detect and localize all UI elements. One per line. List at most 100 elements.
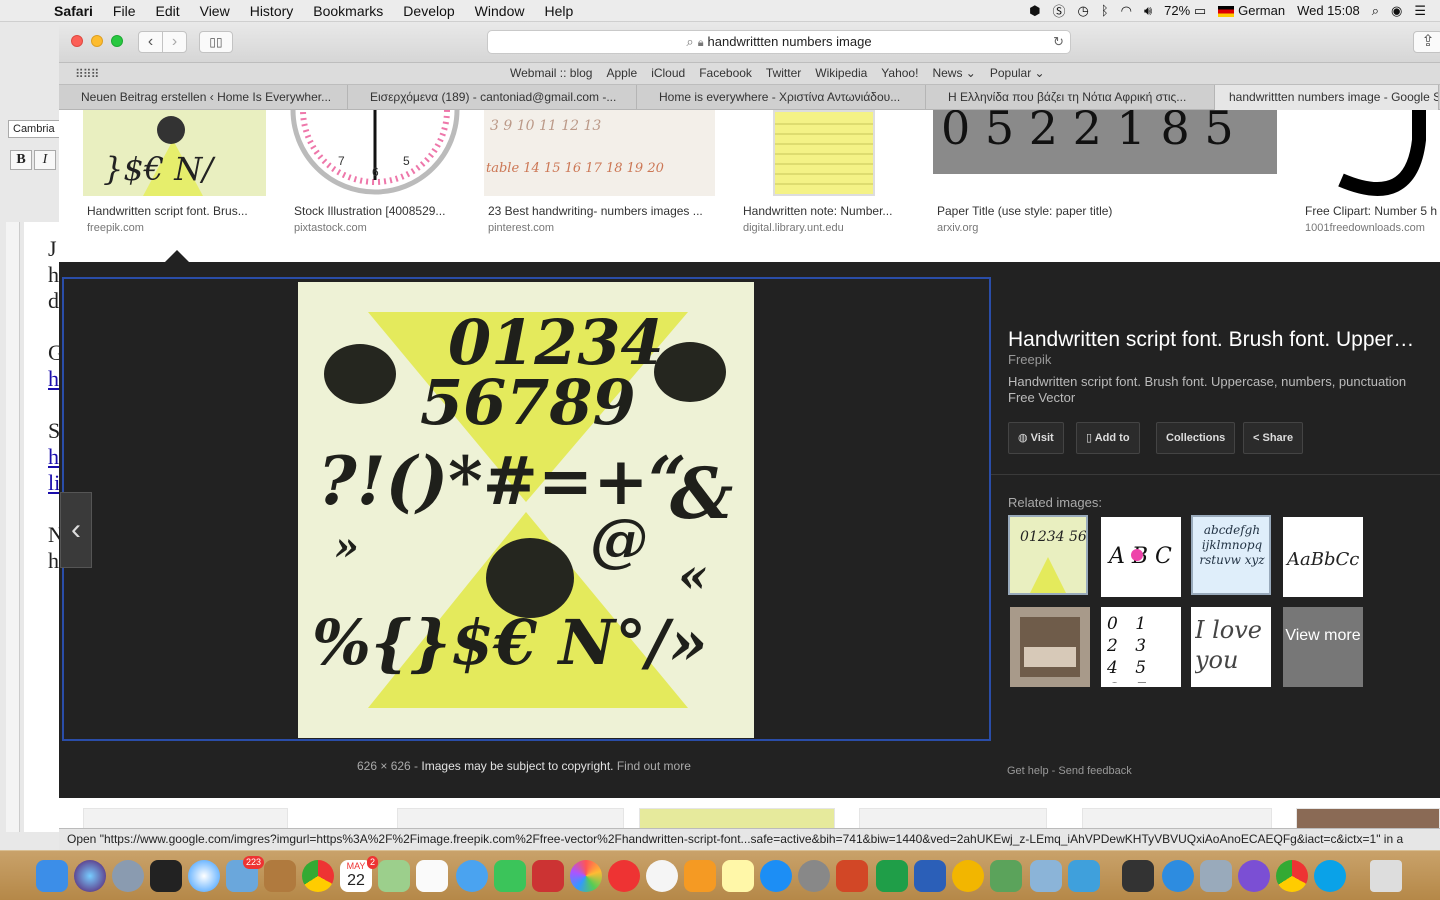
result-title[interactable]: Handwritten note: Number...	[743, 204, 909, 218]
word-icon[interactable]	[914, 860, 946, 892]
favorite-news-folder[interactable]: News ⌄	[932, 66, 975, 80]
add-to-button[interactable]: ▯ Add to	[1076, 422, 1140, 454]
related-image[interactable]: A B C	[1101, 517, 1181, 597]
preview-site[interactable]: Freepik	[1008, 352, 1051, 367]
maps-icon[interactable]	[378, 860, 410, 892]
previous-image-button[interactable]: ‹	[60, 492, 92, 568]
contacts-icon[interactable]	[264, 860, 296, 892]
itunes-icon[interactable]	[646, 860, 678, 892]
app-icon[interactable]	[990, 860, 1022, 892]
finder-icon[interactable]	[36, 860, 68, 892]
app-icon[interactable]	[1200, 860, 1232, 892]
reload-icon[interactable]: ↻	[1053, 31, 1064, 53]
mission-control-icon[interactable]	[150, 860, 182, 892]
favorite-twitter[interactable]: Twitter	[766, 66, 801, 80]
preview-image[interactable]: 01234 56789 ?!()*#=+“ & » @ « %{}$€ N°/»	[298, 282, 754, 738]
menu-window[interactable]: Window	[475, 3, 525, 19]
result-title[interactable]: Stock Illustration [4008529...	[294, 204, 460, 218]
safari-icon[interactable]	[188, 860, 220, 892]
get-help-link[interactable]: Get help	[1007, 765, 1049, 777]
result-thumbnail[interactable]: }$€ N/	[83, 110, 266, 196]
minimize-window-button[interactable]	[91, 35, 103, 47]
menu-file[interactable]: File	[113, 3, 136, 19]
siri-icon[interactable]: ◉	[1391, 3, 1402, 19]
photos-icon[interactable]	[570, 860, 602, 892]
document-page[interactable]: J h d G h S h li N h	[24, 222, 64, 832]
menu-develop[interactable]: Develop	[403, 3, 454, 19]
result-thumbnail[interactable]	[773, 110, 875, 196]
messages-icon[interactable]	[456, 860, 488, 892]
favorite-icloud[interactable]: iCloud	[651, 66, 685, 80]
app-icon[interactable]	[1068, 860, 1100, 892]
menu-help[interactable]: Help	[544, 3, 573, 19]
related-image[interactable]: 0 1 2 3 4 5 6 7 8 9	[1101, 607, 1181, 687]
view-more-button[interactable]: View more	[1283, 607, 1363, 687]
result-title[interactable]: 23 Best handwriting- numbers images ...	[488, 204, 715, 218]
wifi-icon[interactable]: ◠	[1121, 3, 1132, 19]
related-image[interactable]: 01234 56789	[1008, 515, 1088, 595]
screen-sharing-icon[interactable]	[1122, 860, 1154, 892]
result-title[interactable]: Handwritten script font. Brus...	[87, 204, 262, 218]
volume-icon[interactable]: 🔊︎	[1144, 3, 1152, 19]
excel-icon[interactable]	[876, 860, 908, 892]
menu-edit[interactable]: Edit	[155, 3, 179, 19]
favorite-wikipedia[interactable]: Wikipedia	[815, 66, 867, 80]
news-icon[interactable]	[608, 860, 640, 892]
tab-google-search-active[interactable]: handwrittten numbers image - Google Sear…	[1215, 85, 1439, 110]
viber-icon[interactable]	[1238, 860, 1270, 892]
dropbox-icon[interactable]: ⬢	[1029, 3, 1040, 19]
preview-title[interactable]: Handwritten script font. Brush font. Upp…	[1008, 328, 1418, 352]
skype-status-icon[interactable]: Ⓢ	[1052, 1, 1065, 20]
reminders-icon[interactable]	[416, 860, 448, 892]
result-title[interactable]: Free Clipart: Number 5 h	[1305, 204, 1440, 218]
favorite-yahoo[interactable]: Yahoo!	[881, 66, 918, 80]
tab-greek-article[interactable]: Η Ελληνίδα που βάζει τη Νότια Αφρική στι…	[926, 85, 1215, 110]
sidebar-toggle-button[interactable]: ▯▯	[199, 31, 233, 53]
fullscreen-window-button[interactable]	[111, 35, 123, 47]
favorite-facebook[interactable]: Facebook	[699, 66, 752, 80]
italic-button[interactable]: I	[34, 150, 56, 170]
launchpad-icon[interactable]	[112, 860, 144, 892]
tab-wordpress-new-post[interactable]: Neuen Beitrag erstellen ‹ Home Is Everyw…	[59, 85, 348, 110]
input-source[interactable]: German	[1218, 3, 1285, 18]
powerpoint-icon[interactable]	[836, 860, 868, 892]
close-window-button[interactable]	[71, 35, 83, 47]
bold-button[interactable]: B	[10, 150, 32, 170]
result-thumbnail[interactable]: 7 6 5	[290, 110, 460, 196]
forward-button[interactable]: ›	[162, 31, 187, 53]
back-button[interactable]: ‹	[138, 31, 163, 53]
share-button[interactable]: < Share	[1243, 422, 1304, 454]
notification-center-icon[interactable]: ☰	[1414, 3, 1426, 19]
chrome-icon[interactable]	[1276, 860, 1308, 892]
menu-history[interactable]: History	[250, 3, 294, 19]
time-machine-icon[interactable]: ◷	[1077, 3, 1088, 19]
result-thumbnail[interactable]: 0 5 2 2 1 8 5	[933, 110, 1277, 174]
menu-app-name[interactable]: Safari	[54, 3, 93, 19]
outlook-icon[interactable]	[952, 860, 984, 892]
preview-icon[interactable]	[1030, 860, 1062, 892]
mail-icon[interactable]: 223	[226, 856, 264, 892]
tab-gmail-inbox[interactable]: Εισερχόμενα (189) - cantoniad@gmail.com …	[348, 85, 637, 110]
photo-booth-icon[interactable]	[532, 860, 564, 892]
battery-status[interactable]: 72% ▭	[1164, 3, 1206, 19]
related-image[interactable]: AaBbCc	[1283, 517, 1363, 597]
font-name-field[interactable]: Cambria	[8, 120, 62, 138]
app-store-icon[interactable]	[760, 860, 792, 892]
favorite-webmail[interactable]: Webmail :: blog	[510, 66, 592, 80]
chrome-icon[interactable]	[302, 860, 334, 892]
favorite-apple[interactable]: Apple	[606, 66, 637, 80]
menu-view[interactable]: View	[200, 3, 230, 19]
collections-button[interactable]: Collections	[1156, 422, 1236, 454]
teamviewer-icon[interactable]	[1162, 860, 1194, 892]
result-thumbnail[interactable]: 3 9 10 11 12 13 table 14 15 16 17 18 19 …	[484, 110, 715, 196]
top-sites-grid-icon[interactable]: ⠿⠿⠿	[75, 67, 99, 81]
facetime-icon[interactable]	[494, 860, 526, 892]
result-title[interactable]: Paper Title (use style: paper title)	[937, 204, 1277, 218]
trash-icon[interactable]	[1370, 860, 1402, 892]
books-icon[interactable]	[684, 860, 716, 892]
clock[interactable]: Wed 15:08	[1297, 3, 1360, 18]
related-image[interactable]	[1010, 607, 1090, 687]
bluetooth-icon[interactable]: ᛒ	[1101, 3, 1109, 18]
system-preferences-icon[interactable]	[798, 860, 830, 892]
siri-icon[interactable]	[74, 860, 106, 892]
